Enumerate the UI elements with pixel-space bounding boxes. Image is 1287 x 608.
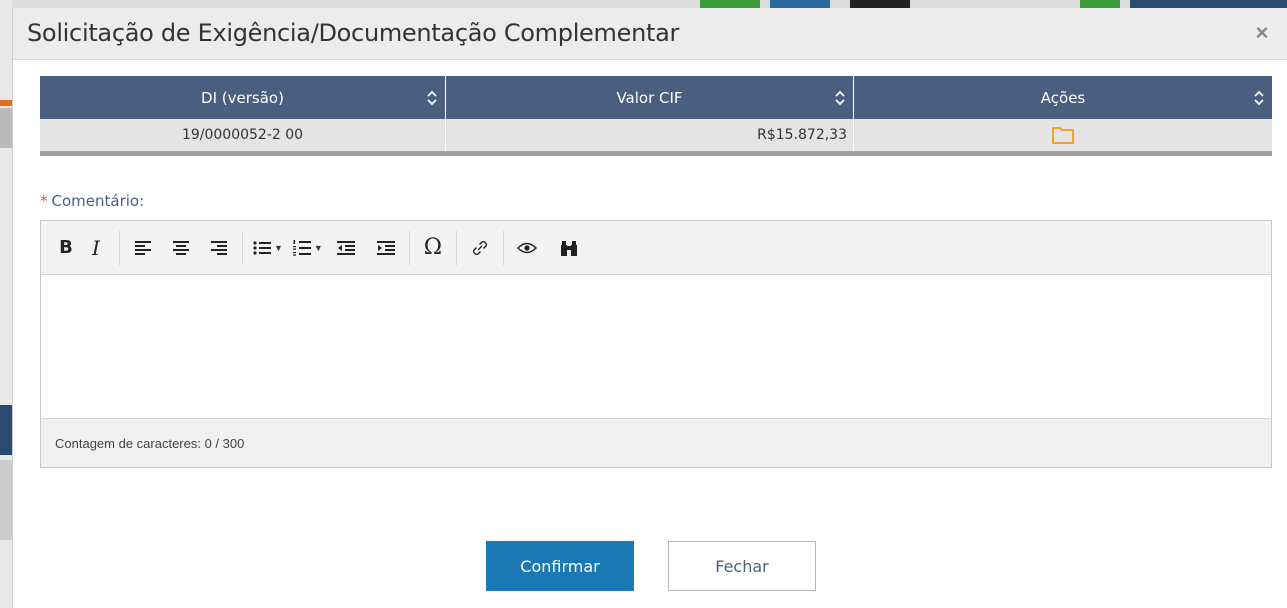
folder-icon[interactable] <box>1051 125 1075 145</box>
char-count: Contagem de caracteres: 0 / 300 <box>41 418 1271 467</box>
table-row: 19/0000052-2 00 R$15.872,33 <box>40 119 1272 156</box>
indent-icon[interactable] <box>373 233 399 263</box>
cell-valor-cif: R$15.872,33 <box>446 119 854 151</box>
cell-acoes <box>854 119 1272 151</box>
numbered-list-icon[interactable]: ▼ <box>292 233 323 263</box>
sort-icon[interactable] <box>1254 90 1264 106</box>
column-header-acoes[interactable]: Ações <box>854 76 1272 119</box>
align-left-icon[interactable] <box>130 233 156 263</box>
comment-text-area[interactable] <box>41 276 1271 418</box>
confirm-button[interactable]: Confirmar <box>486 541 634 591</box>
toolbar-divider <box>502 230 504 265</box>
modal-header: Solicitação de Exigência/Documentação Co… <box>13 8 1287 60</box>
bulleted-list-icon[interactable]: ▼ <box>253 233 283 263</box>
preview-icon[interactable] <box>514 233 540 263</box>
modal-title: Solicitação de Exigência/Documentação Co… <box>27 19 680 47</box>
find-binoculars-icon[interactable] <box>556 233 582 263</box>
chevron-down-icon: ▼ <box>313 242 323 253</box>
toolbar-divider <box>455 230 457 265</box>
outdent-icon[interactable] <box>333 233 359 263</box>
align-right-icon[interactable] <box>206 233 232 263</box>
cell-di-versao: 19/0000052-2 00 <box>40 119 446 151</box>
di-table: DI (versão) Valor CIF Ações 19/0000052-2… <box>40 76 1272 156</box>
chevron-down-icon: ▼ <box>274 242 283 253</box>
special-character-button[interactable]: Ω <box>420 233 446 263</box>
column-header-di[interactable]: DI (versão) <box>40 76 446 119</box>
sort-icon[interactable] <box>835 90 845 106</box>
close-icon[interactable]: × <box>1252 22 1272 44</box>
close-button[interactable]: Fechar <box>668 541 816 591</box>
toolbar-divider <box>242 230 243 265</box>
background-page-left <box>0 0 12 608</box>
required-marker: * <box>40 192 48 210</box>
editor-toolbar: B I ▼ ▼ Ω <box>41 221 1271 275</box>
background-page-top <box>0 0 1287 8</box>
link-icon[interactable] <box>467 233 493 263</box>
italic-button[interactable]: I <box>83 233 109 263</box>
comment-editor: B I ▼ ▼ Ω Contagem de caracteres: 0 / 30… <box>40 220 1272 468</box>
align-center-icon[interactable] <box>168 233 194 263</box>
comment-label: * Comentário: <box>40 192 145 210</box>
bold-button[interactable]: B <box>53 233 79 263</box>
sort-icon[interactable] <box>427 90 437 106</box>
table-header: DI (versão) Valor CIF Ações <box>40 76 1272 119</box>
toolbar-divider <box>408 230 410 265</box>
exigencia-modal: Solicitação de Exigência/Documentação Co… <box>12 8 1287 608</box>
toolbar-divider <box>119 230 120 265</box>
column-header-valor-cif[interactable]: Valor CIF <box>446 76 854 119</box>
